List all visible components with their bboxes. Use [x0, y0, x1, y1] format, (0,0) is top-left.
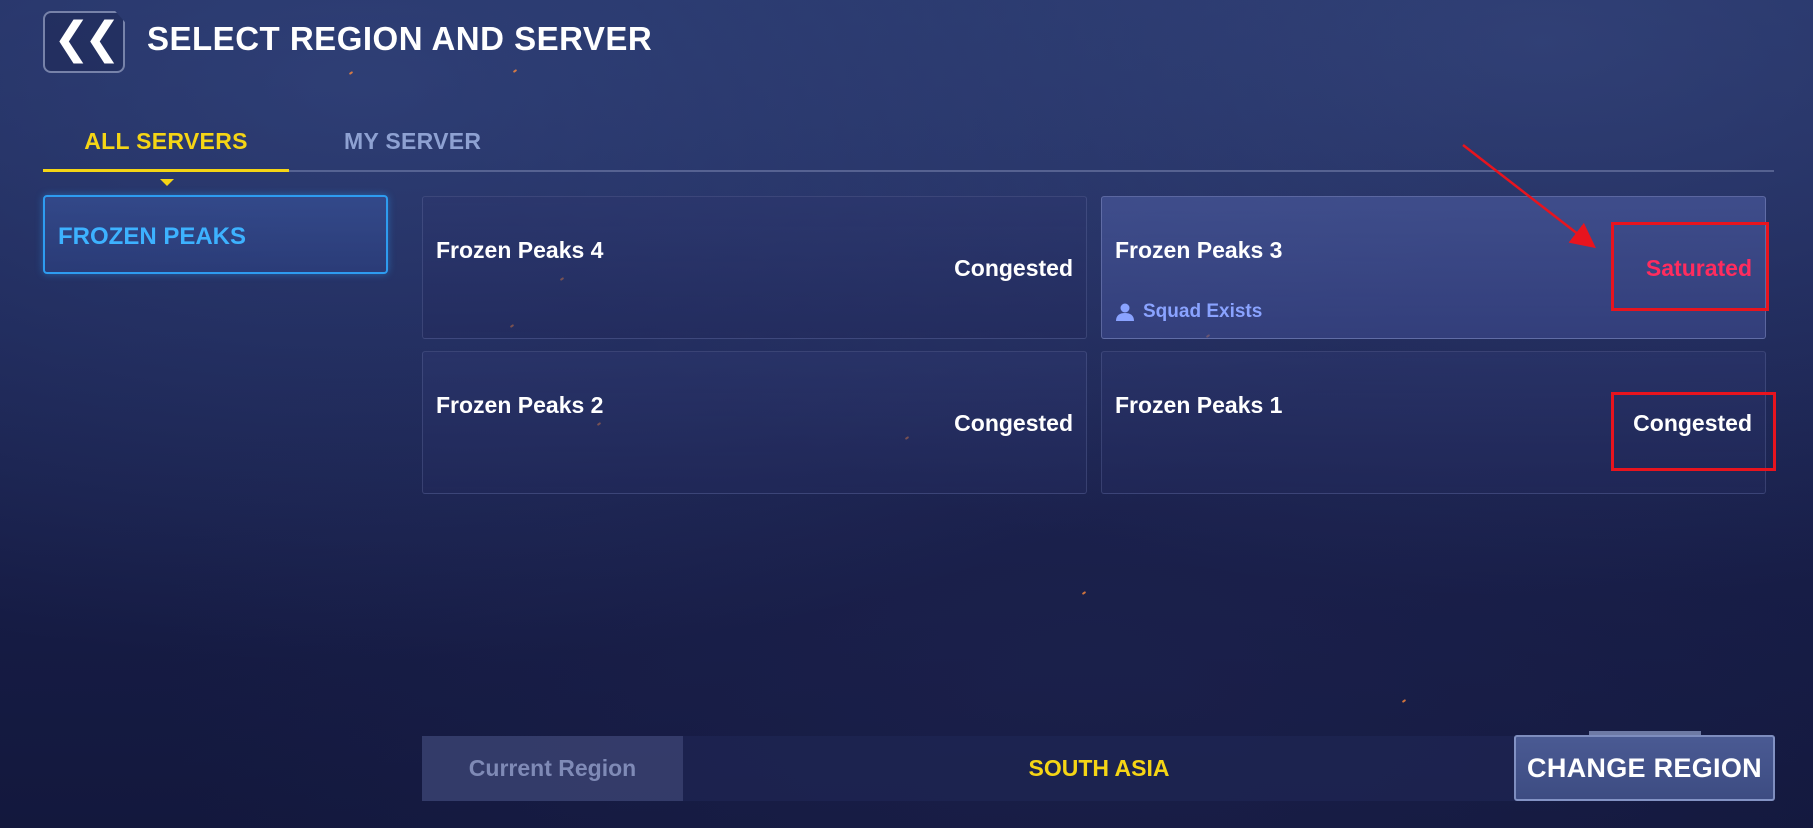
region-item-frozen-peaks[interactable]: FROZEN PEAKS [43, 195, 388, 274]
ember-particle [1401, 699, 1407, 703]
change-region-label: CHANGE REGION [1527, 752, 1762, 783]
active-tab-caret-icon [160, 179, 174, 186]
squad-label: Squad Exists [1143, 301, 1263, 322]
region-item-label: FROZEN PEAKS [58, 223, 247, 250]
current-region-bar: Current Region SOUTH ASIA [422, 736, 1515, 801]
ember-particle [1081, 591, 1087, 595]
tabs-divider [43, 170, 1774, 172]
annotation-highlight-box [1611, 222, 1769, 311]
server-status: Congested [954, 255, 1073, 281]
active-tab-underline [43, 169, 289, 172]
tab-all-servers[interactable]: ALL SERVERS [43, 128, 289, 155]
server-card-frozen-peaks-4[interactable]: Frozen Peaks 4 Congested [422, 196, 1087, 339]
ember-particle [512, 69, 518, 73]
server-card-frozen-peaks-2[interactable]: Frozen Peaks 2 Congested [422, 351, 1087, 494]
annotation-highlight-box [1611, 392, 1776, 471]
current-region-label: Current Region [422, 736, 683, 801]
double-chevron-left-icon: ❮❮ [53, 14, 121, 63]
back-button[interactable]: ❮❮ [43, 11, 125, 73]
server-name: Frozen Peaks 1 [1115, 392, 1283, 418]
server-name: Frozen Peaks 2 [436, 392, 604, 418]
user-icon [1116, 303, 1134, 321]
ember-particle [348, 71, 354, 75]
squad-indicator: Squad Exists [1115, 301, 1262, 323]
server-status: Congested [954, 410, 1073, 436]
server-name: Frozen Peaks 4 [436, 237, 604, 263]
current-region-value: SOUTH ASIA [1028, 755, 1170, 781]
page-title: SELECT REGION AND SERVER [147, 20, 653, 57]
server-name: Frozen Peaks 3 [1115, 237, 1283, 263]
tab-my-server[interactable]: MY SERVER [344, 128, 481, 155]
change-region-button[interactable]: CHANGE REGION [1514, 731, 1775, 801]
button-notch [1589, 731, 1701, 735]
